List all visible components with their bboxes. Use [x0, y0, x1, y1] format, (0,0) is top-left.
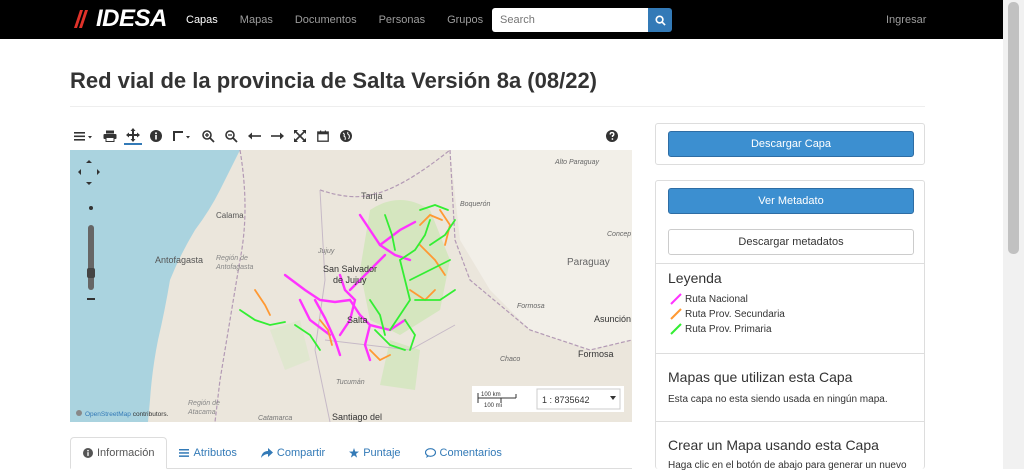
svg-text:Chaco: Chaco: [500, 356, 520, 363]
print-icon[interactable]: [101, 127, 119, 145]
logo-text: IDESA: [96, 5, 167, 32]
legend-item-ruta-primaria: Ruta Prov. Primaria: [670, 323, 772, 335]
svg-text:Asunción: Asunción: [594, 314, 631, 324]
svg-text:Concep: Concep: [607, 231, 631, 238]
nav-link-mapas[interactable]: Mapas: [240, 14, 273, 26]
help-icon[interactable]: [603, 127, 621, 145]
create-map-title: Crear un Mapa usando esta Capa: [668, 437, 879, 453]
search-icon: [654, 14, 666, 26]
nav-link-capas[interactable]: Capas: [186, 14, 218, 26]
legend-item-ruta-secundaria: Ruta Prov. Secundaria: [670, 308, 785, 320]
svg-text:Alto Paraguay: Alto Paraguay: [554, 159, 599, 166]
measure-dropdown-icon[interactable]: [170, 127, 194, 145]
svg-text:Salta: Salta: [347, 315, 368, 325]
tab-label: Información: [97, 447, 155, 459]
svg-text:Atacama: Atacama: [187, 409, 216, 416]
svg-text:Catamarca: Catamarca: [258, 415, 292, 422]
download-panel: Descargar Capa: [655, 123, 925, 165]
metadata-panel: Ver Metadato Descargar metadatos Leyenda…: [655, 180, 925, 471]
svg-text:Tarija: Tarija: [361, 191, 383, 201]
svg-text:Región de: Región de: [216, 255, 248, 262]
svg-text:100 km: 100 km: [481, 392, 501, 398]
star-icon: [349, 448, 360, 458]
scrollbar-thumb[interactable]: [1008, 2, 1019, 254]
calendar-icon[interactable]: [314, 127, 332, 145]
menu-dropdown-icon[interactable]: [70, 127, 96, 145]
logo-mark-icon: [74, 10, 88, 28]
map-toolbar: [70, 124, 632, 148]
section-divider: [656, 263, 924, 264]
zoom-in-icon[interactable]: [199, 127, 217, 145]
section-divider: [656, 353, 924, 354]
main-nav: Capas Mapas Documentos Personas Grupos: [186, 0, 505, 39]
line-swatch-icon: [670, 308, 682, 320]
legend-title: Leyenda: [668, 270, 722, 286]
top-navbar: IDESA Capas Mapas Documentos Personas Gr…: [0, 0, 1003, 39]
pan-icon[interactable]: [124, 127, 142, 145]
arrow-right-icon[interactable]: [268, 127, 286, 145]
scale-ratio-select: 1 : 8735642: [542, 395, 590, 405]
svg-text:Santiago del: Santiago del: [332, 412, 382, 422]
svg-text:Paraguay: Paraguay: [567, 257, 610, 268]
arrow-left-icon[interactable]: [245, 127, 263, 145]
osm-attribution-link[interactable]: OpenStreetMap: [85, 411, 131, 418]
tab-informacion[interactable]: Información: [70, 437, 168, 469]
login-link[interactable]: Ingresar: [886, 14, 926, 26]
zoom-out-icon[interactable]: [222, 127, 240, 145]
svg-text:Antofagasta: Antofagasta: [155, 255, 203, 265]
map-scale: 100 km 100 mi 1 : 8735642: [472, 386, 624, 412]
svg-text:Formosa: Formosa: [517, 303, 545, 310]
info-tabs: Información Atributos Compartir Puntaje …: [70, 437, 632, 469]
tab-atributos[interactable]: Atributos: [167, 437, 248, 469]
svg-text:Antofagasta: Antofagasta: [215, 264, 253, 271]
search-button[interactable]: [648, 8, 672, 32]
svg-text:Tucumán: Tucumán: [336, 379, 365, 386]
section-divider: [656, 421, 924, 422]
svg-text:Calama: Calama: [216, 211, 244, 220]
svg-text:Región de: Región de: [188, 400, 220, 407]
tab-label: Compartir: [276, 447, 326, 459]
tab-compartir[interactable]: Compartir: [249, 437, 337, 469]
line-swatch-icon: [670, 323, 682, 335]
nav-link-personas[interactable]: Personas: [379, 14, 425, 26]
page-title: Red vial de la provincia de Salta Versió…: [70, 68, 598, 93]
comment-icon: [424, 448, 436, 458]
tab-puntaje[interactable]: Puntaje: [337, 437, 412, 469]
tab-comentarios[interactable]: Comentarios: [413, 437, 514, 469]
nav-link-grupos[interactable]: Grupos: [447, 14, 483, 26]
svg-text:San Salvador: San Salvador: [323, 264, 377, 274]
list-icon: [179, 449, 190, 457]
svg-text:OpenStreetMap contributors.: OpenStreetMap contributors.: [85, 411, 169, 418]
legend-item-ruta-nacional: Ruta Nacional: [670, 293, 748, 305]
svg-text:100 mi: 100 mi: [484, 403, 502, 409]
download-metadata-button[interactable]: Descargar metadatos: [668, 229, 914, 255]
globe-icon[interactable]: [337, 127, 355, 145]
create-map-text: Haga clic en el botón de abajo para gene…: [668, 460, 907, 471]
map-attribution: OpenStreetMap contributors.: [76, 410, 169, 418]
svg-text:de Jujuy: de Jujuy: [333, 275, 367, 285]
map-viewer[interactable]: Alto Paraguay Tarija Boquerón Calama Con…: [70, 150, 632, 422]
maps-section-text: Esta capa no esta siendo usada en ningún…: [668, 394, 888, 405]
page-scrollbar[interactable]: [1003, 0, 1024, 469]
title-divider: [70, 106, 925, 107]
search-input[interactable]: [492, 8, 648, 32]
svg-text:Formosa: Formosa: [578, 349, 614, 359]
svg-text:Boquerón: Boquerón: [460, 201, 490, 208]
svg-text:Jujuy: Jujuy: [317, 248, 335, 255]
line-swatch-icon: [670, 293, 682, 305]
idesa-logo[interactable]: IDESA: [70, 5, 167, 32]
info-icon[interactable]: [147, 127, 165, 145]
fullscreen-icon[interactable]: [291, 127, 309, 145]
view-metadata-button[interactable]: Ver Metadato: [668, 188, 914, 214]
tab-label: Atributos: [193, 447, 237, 459]
download-layer-button[interactable]: Descargar Capa: [668, 131, 914, 157]
tab-label: Puntaje: [363, 447, 401, 459]
info-icon: [83, 448, 93, 458]
map-canvas[interactable]: Alto Paraguay Tarija Boquerón Calama Con…: [70, 150, 632, 422]
tab-label: Comentarios: [439, 447, 502, 459]
maps-section-title: Mapas que utilizan esta Capa: [668, 369, 853, 385]
share-icon: [260, 448, 273, 458]
nav-link-documentos[interactable]: Documentos: [295, 14, 357, 26]
